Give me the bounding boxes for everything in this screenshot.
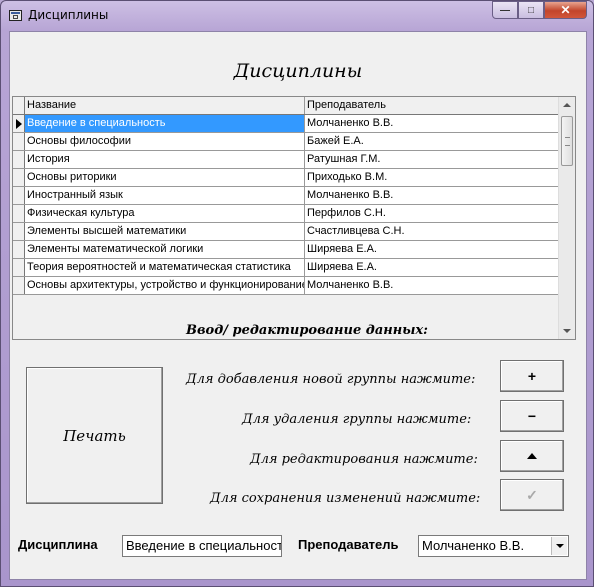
maximize-icon: □ [527,4,535,16]
table-row[interactable]: История Ратушная Г.М. [13,151,575,169]
add-hint: Для добавления новой группы нажмите: [186,372,476,387]
cell-name[interactable]: Элементы математической логики [25,241,305,258]
minus-icon: − [527,408,537,424]
checkmark-icon: ✓ [526,486,538,503]
close-button[interactable]: ✕ [544,1,587,19]
cell-teacher[interactable]: Перфилов С.Н. [305,205,558,222]
row-indicator-cell[interactable] [13,205,25,222]
maximize-button[interactable]: □ [518,1,544,19]
cell-teacher[interactable]: Ширяева Е.А. [305,259,558,276]
page-title: Дисциплины [233,60,363,82]
triangle-up-icon [527,453,537,459]
header-indicator-cell [13,97,25,114]
application-window: Дисциплины — □ ✕ Дисциплины Название Пре… [0,0,594,587]
cell-name[interactable]: Введение в специальность [25,115,305,132]
table-row[interactable]: Теория вероятностей и математическая ста… [13,259,575,277]
cell-teacher[interactable]: Счастливцева С.Н. [305,223,558,240]
column-header-name[interactable]: Название [25,97,305,114]
disciplines-grid[interactable]: Название Преподаватель Введение в специа… [12,96,576,340]
row-indicator-cell[interactable] [13,187,25,204]
chevron-down-icon[interactable] [551,537,567,555]
cell-name[interactable]: Теория вероятностей и математическая ста… [25,259,305,276]
discipline-field[interactable]: Введение в специальность [122,535,282,557]
row-indicator-cell[interactable] [13,259,25,276]
table-row[interactable]: Введение в специальность Молчаненко В.В. [13,115,575,133]
grid-header: Название Преподаватель [13,97,575,115]
cell-name[interactable]: Основы риторики [25,169,305,186]
delete-hint: Для удаления группы нажмите: [242,412,472,427]
edit-hint: Для редактирования нажмите: [250,452,478,467]
table-row[interactable]: Элементы высшей математики Счастливцева С… [13,223,575,241]
row-indicator-cell[interactable] [13,277,25,294]
cell-name[interactable]: История [25,151,305,168]
row-indicator-cell[interactable] [13,223,25,240]
delete-button[interactable]: − [500,400,564,432]
add-button[interactable]: + [500,360,564,392]
print-button[interactable]: Печать [26,367,163,504]
row-indicator-cell[interactable] [13,151,25,168]
cell-name[interactable]: Физическая культура [25,205,305,222]
row-indicator-cell[interactable] [13,115,25,132]
cell-teacher[interactable]: Ширяева Е.А. [305,241,558,258]
table-row[interactable]: Физическая культура Перфилов С.Н. [13,205,575,223]
scroll-down-icon[interactable] [563,329,571,333]
close-icon: ✕ [560,3,571,17]
table-row[interactable]: Иностранный язык Молчаненко В.В. [13,187,575,205]
grid-scrollbar[interactable] [558,97,575,339]
teacher-dropdown-value: Молчаненко В.В. [422,538,525,553]
grid-body: Введение в специальность Молчаненко В.В. О… [13,115,575,295]
title-bar[interactable]: Дисциплины — □ ✕ [1,1,593,31]
edit-button[interactable] [500,440,564,472]
cell-name[interactable]: Основы архитектуры, устройство и функцио… [25,277,305,294]
save-button[interactable]: ✓ [500,479,564,511]
discipline-label: Дисциплина [18,537,98,552]
cell-teacher[interactable]: Молчаненко В.В. [305,277,558,294]
teacher-dropdown[interactable]: Молчаненко В.В. [418,535,569,557]
scroll-up-icon[interactable] [563,103,571,107]
teacher-label: Преподаватель [298,537,399,552]
minimize-icon: — [500,4,510,16]
app-icon [9,10,22,21]
table-row[interactable]: Основы архитектуры, устройство и функцио… [13,277,575,295]
row-indicator-cell[interactable] [13,241,25,258]
row-indicator-cell[interactable] [13,133,25,150]
cell-name[interactable]: Элементы высшей математики [25,223,305,240]
cell-name[interactable]: Основы философии [25,133,305,150]
column-header-teacher[interactable]: Преподаватель [305,97,558,114]
caption-buttons: — □ ✕ [492,1,587,19]
cell-teacher[interactable]: Приходько В.М. [305,169,558,186]
scroll-thumb[interactable] [561,116,573,166]
section-title: Ввод/ редактирование данных: [186,323,428,338]
form-client-area: Дисциплины Название Преподаватель Введен… [9,31,587,580]
table-row[interactable]: Основы философии Бажей Е.А. [13,133,575,151]
cell-name[interactable]: Иностранный язык [25,187,305,204]
window-title: Дисциплины [28,8,109,22]
plus-icon: + [527,368,537,384]
cell-teacher[interactable]: Молчаненко В.В. [305,187,558,204]
minimize-button[interactable]: — [492,1,518,19]
cell-teacher[interactable]: Бажей Е.А. [305,133,558,150]
table-row[interactable]: Элементы математической логики Ширяева Е.… [13,241,575,259]
row-indicator-cell[interactable] [13,169,25,186]
row-pointer-icon [16,119,22,129]
save-hint: Для сохранения изменений нажмите: [210,491,481,506]
table-row[interactable]: Основы риторики Приходько В.М. [13,169,575,187]
cell-teacher[interactable]: Молчаненко В.В. [305,115,558,132]
cell-teacher[interactable]: Ратушная Г.М. [305,151,558,168]
